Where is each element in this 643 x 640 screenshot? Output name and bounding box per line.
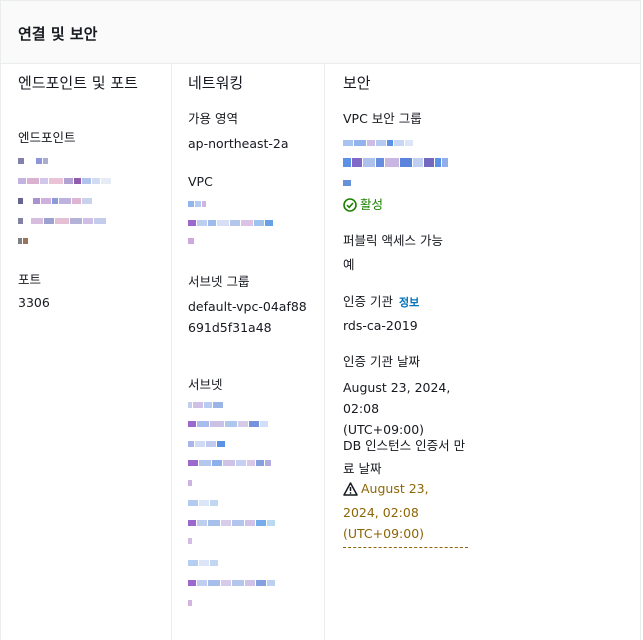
sg-status: 활성 — [343, 194, 383, 216]
networking-section-title: 네트워킹 — [188, 74, 244, 92]
networking-column: 네트워킹 가용 영역 ap-northeast-2a VPC 서브넷 그룹 de… — [171, 64, 311, 640]
vpc-sg-link-redacted[interactable] — [343, 136, 473, 196]
endpoint-section-title: 엔드포인트 및 포트 — [18, 74, 138, 92]
ca-date-label: 인증 기관 날짜 — [343, 354, 420, 369]
public-access-label: 퍼블릭 액세스 가능 — [343, 233, 443, 248]
vpc-label: VPC — [188, 174, 213, 189]
vpc-link-redacted[interactable] — [188, 198, 308, 248]
security-section-title: 보안 — [343, 74, 371, 92]
public-access-value: 예 — [343, 257, 355, 272]
az-label: 가용 영역 — [188, 111, 238, 126]
warning-icon — [343, 481, 358, 502]
connectivity-security-panel: 연결 및 보안 엔드포인트 및 포트 엔드포인트 포트 3306 네트워킹 가용… — [0, 0, 641, 640]
ca-label-row: 인증 기관 정보 — [343, 293, 419, 311]
subnet-list-redacted[interactable] — [188, 400, 313, 610]
port-label: 포트 — [18, 272, 42, 287]
ca-date-value: August 23, 2024, 02:08 (UTC+09:00) — [343, 380, 451, 437]
subnet-label: 서브넷 — [188, 377, 223, 392]
panel-title: 연결 및 보안 — [18, 25, 98, 43]
ca-info-link[interactable]: 정보 — [399, 296, 419, 309]
endpoint-column: 엔드포인트 및 포트 엔드포인트 포트 3306 — [18, 64, 158, 640]
subnet-group-value: default-vpc-04af88691d5f31a48 — [188, 299, 307, 335]
ca-label: 인증 기관 — [343, 294, 393, 309]
panel-header: 연결 및 보안 — [1, 1, 640, 64]
cert-expiry-status[interactable]: August 23, 2024, 02:08 (UTC+09:00) — [343, 478, 468, 548]
endpoint-label: 엔드포인트 — [18, 130, 76, 145]
port-value: 3306 — [18, 295, 50, 310]
check-circle-icon — [343, 197, 357, 216]
security-column: 보안 VPC 보안 그룹 활성 퍼블릭 액세스 가능 예 인증 기관 정보 rds… — [324, 64, 624, 640]
sg-status-text: 활성 — [360, 197, 384, 212]
ca-value: rds-ca-2019 — [343, 318, 418, 333]
az-value: ap-northeast-2a — [188, 136, 289, 151]
cert-expiry-label: DB 인스턴스 인증서 만료 날짜 — [343, 438, 466, 476]
vpc-sg-label: VPC 보안 그룹 — [343, 111, 422, 126]
endpoint-value-redacted[interactable] — [18, 154, 153, 249]
subnet-group-label: 서브넷 그룹 — [188, 274, 250, 289]
